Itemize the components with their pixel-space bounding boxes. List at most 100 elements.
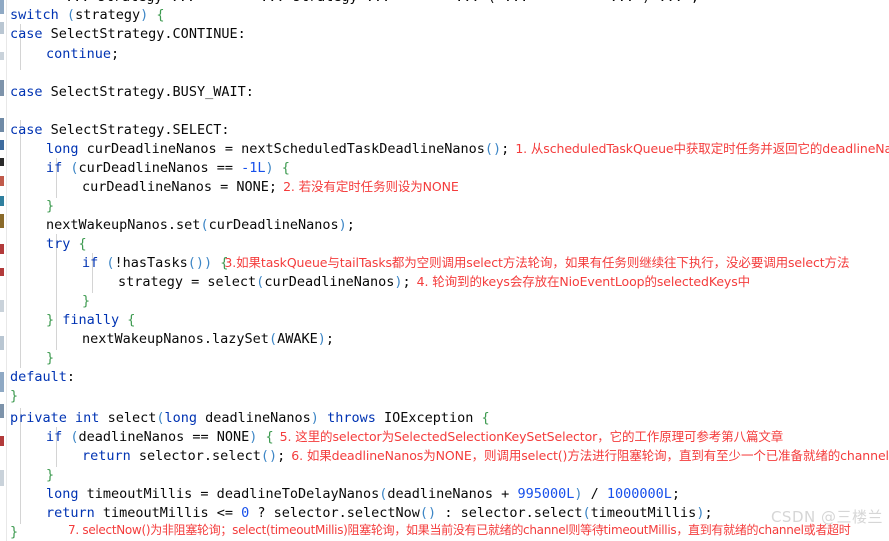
code-editor-area[interactable]: switch (strategy) {case SelectStrategy.C… bbox=[0, 0, 889, 541]
code-token: ( bbox=[200, 217, 208, 233]
code-token: 1000000L bbox=[607, 486, 672, 502]
code-token: { bbox=[148, 7, 164, 23]
code-token: 995000L bbox=[517, 486, 574, 502]
code-annotation: 2. 若没有定时任务则设为NONE bbox=[283, 179, 459, 194]
code-token: nextWakeupNanos.lazySet bbox=[82, 331, 269, 347]
code-token: case bbox=[10, 122, 43, 138]
code-token: { bbox=[70, 236, 86, 252]
code-line[interactable]: } bbox=[0, 349, 889, 367]
code-line[interactable]: try { bbox=[0, 235, 889, 253]
code-token: ( bbox=[106, 255, 114, 271]
code-annotation: 3.如果taskQueue与tailTasks都为空则调用select方法轮询，… bbox=[224, 255, 849, 270]
code-line[interactable]: nextWakeupNanos.lazySet(AWAKE); bbox=[0, 330, 889, 348]
code-line[interactable]: switch (strategy) { bbox=[0, 6, 889, 24]
code-token: () bbox=[420, 505, 436, 521]
code-token: ; bbox=[111, 46, 119, 62]
code-annotation: 4. 轮询到的keys会存放在NioEventLoop的selectedKeys… bbox=[417, 274, 750, 289]
code-token: curDeadlineNanos = NONE; bbox=[82, 179, 277, 195]
code-token: if bbox=[46, 160, 62, 176]
code-token: private bbox=[10, 410, 67, 426]
code-token: IOException bbox=[376, 410, 474, 426]
code-token: ; bbox=[347, 217, 355, 233]
code-token: -1L bbox=[241, 160, 265, 176]
code-line[interactable]: case SelectStrategy.BUSY_WAIT: bbox=[0, 83, 889, 101]
code-token: } bbox=[46, 312, 62, 328]
code-line[interactable]: } bbox=[0, 292, 889, 310]
code-token: case bbox=[10, 84, 43, 100]
code-line[interactable]: continue; bbox=[0, 45, 889, 63]
code-line[interactable] bbox=[0, 103, 889, 121]
code-line[interactable]: return selector.select();6. 如果deadlineNa… bbox=[0, 447, 889, 465]
code-token: { bbox=[257, 429, 273, 445]
code-token: ; bbox=[672, 486, 680, 502]
code-token: ) bbox=[204, 255, 212, 271]
code-token: curDeadlineNanos = nextScheduledTaskDead… bbox=[79, 141, 485, 157]
code-line[interactable]: if (!hasTasks()) {3.如果taskQueue与tailTask… bbox=[0, 254, 889, 272]
code-line[interactable]: if (deadlineNanos == NONE) {5. 这里的select… bbox=[0, 428, 889, 446]
code-line[interactable]: return timeoutMillis <= 0 ? selector.sel… bbox=[0, 504, 889, 522]
code-token: timeoutMillis bbox=[591, 505, 697, 521]
code-token: ) bbox=[339, 217, 347, 233]
code-token: if bbox=[82, 255, 98, 271]
code-token: if bbox=[46, 429, 62, 445]
code-token: select bbox=[99, 410, 156, 426]
code-token: SelectStrategy.BUSY_WAIT: bbox=[43, 84, 254, 100]
code-line[interactable] bbox=[0, 65, 889, 83]
code-token: nextWakeupNanos.set bbox=[46, 217, 200, 233]
code-line[interactable]: case SelectStrategy.CONTINUE: bbox=[0, 25, 889, 43]
code-line[interactable]: long curDeadlineNanos = nextScheduledTas… bbox=[0, 140, 889, 158]
code-token: ) bbox=[266, 160, 274, 176]
code-token: { bbox=[473, 410, 489, 426]
code-line[interactable]: strategy = select(curDeadlineNanos);4. 轮… bbox=[0, 273, 889, 291]
code-annotation: 1. 从scheduledTaskQueue中获取定时任务并返回它的deadli… bbox=[515, 141, 889, 156]
code-token: ( bbox=[67, 7, 75, 23]
code-token bbox=[319, 410, 327, 426]
code-line[interactable]: } finally { bbox=[0, 311, 889, 329]
code-token: SelectStrategy.CONTINUE: bbox=[43, 26, 246, 42]
code-token: () bbox=[485, 141, 501, 157]
code-token: } bbox=[10, 388, 18, 404]
code-line[interactable]: if (curDeadlineNanos == -1L) { bbox=[0, 159, 889, 177]
code-token: { bbox=[274, 160, 290, 176]
code-line[interactable]: case SelectStrategy.SELECT: bbox=[0, 121, 889, 139]
code-token: ; bbox=[704, 505, 712, 521]
code-token: timeoutMillis <= bbox=[95, 505, 241, 521]
code-token: switch bbox=[10, 7, 59, 23]
code-token bbox=[59, 7, 67, 23]
code-line[interactable]: long timeoutMillis = deadlineToDelayNano… bbox=[0, 485, 889, 503]
code-token: ( bbox=[269, 331, 277, 347]
code-token: / bbox=[582, 486, 606, 502]
code-token: try bbox=[46, 236, 70, 252]
code-token: long bbox=[46, 141, 79, 157]
code-token: return bbox=[46, 505, 95, 521]
code-token: ( bbox=[583, 505, 591, 521]
code-token: strategy bbox=[75, 7, 140, 23]
code-annotation: 5. 这里的selector为SelectedSelectionKeySetSe… bbox=[280, 429, 784, 444]
code-token: ; bbox=[403, 274, 411, 290]
code-line[interactable]: private int select(long deadlineNanos) t… bbox=[0, 409, 889, 427]
code-token: continue bbox=[46, 46, 111, 62]
code-line[interactable]: curDeadlineNanos = NONE; 2. 若没有定时任务则设为NON… bbox=[0, 178, 889, 196]
code-token: 0 bbox=[241, 505, 249, 521]
code-token: AWAKE bbox=[277, 331, 318, 347]
code-line[interactable]: nextWakeupNanos.set(curDeadlineNanos); bbox=[0, 216, 889, 234]
code-line[interactable]: } bbox=[0, 466, 889, 484]
code-token: ; bbox=[326, 331, 334, 347]
code-token: case bbox=[10, 26, 43, 42]
code-token: } bbox=[46, 467, 54, 483]
code-line[interactable]: } bbox=[0, 387, 889, 405]
code-line[interactable]: } bbox=[0, 197, 889, 215]
code-token bbox=[67, 410, 75, 426]
code-token: SelectStrategy.SELECT: bbox=[43, 122, 230, 138]
code-token: deadlineNanos == NONE bbox=[79, 429, 250, 445]
code-token: : selector.select bbox=[436, 505, 582, 521]
code-token: } bbox=[46, 350, 54, 366]
code-token: { bbox=[119, 312, 135, 328]
code-token: () bbox=[188, 255, 204, 271]
code-token: : bbox=[67, 369, 75, 385]
code-annotation-row: 7. selectNow()为非阻塞轮询；select(timeoutMilli… bbox=[0, 521, 889, 539]
code-line[interactable]: default: bbox=[0, 368, 889, 386]
code-token: return bbox=[82, 448, 131, 464]
code-token: ) bbox=[140, 7, 148, 23]
code-token: default bbox=[10, 369, 67, 385]
